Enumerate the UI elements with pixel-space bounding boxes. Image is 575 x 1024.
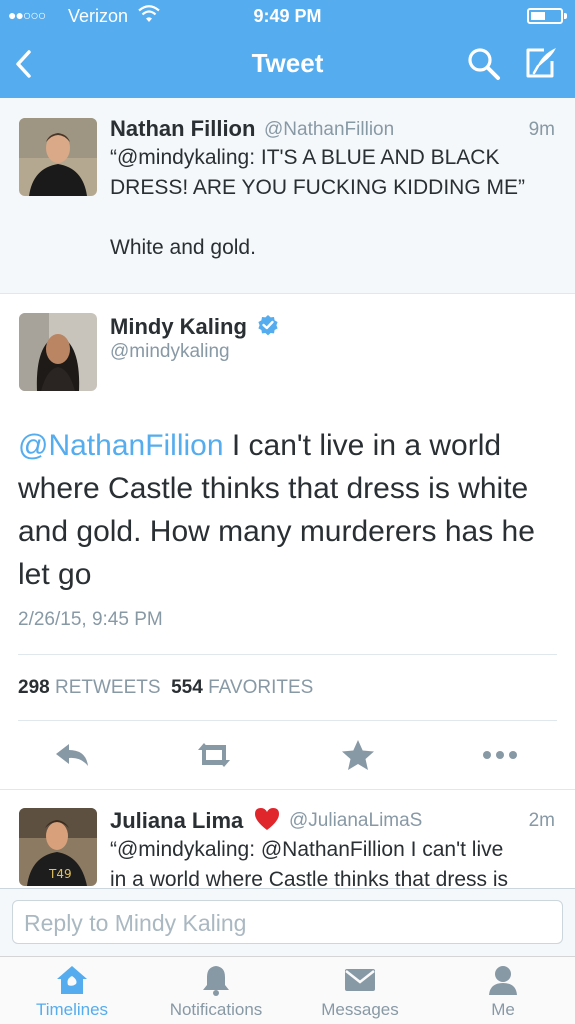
tab-label: Notifications bbox=[169, 1000, 263, 1019]
author-handle[interactable]: @NathanFillion bbox=[264, 119, 394, 141]
search-icon[interactable] bbox=[466, 46, 502, 82]
divider bbox=[0, 789, 575, 790]
bell-icon bbox=[203, 966, 229, 996]
avatar[interactable] bbox=[19, 313, 97, 391]
tweet-text-line: DRESS! ARE YOU FUCKING KIDDING ME” bbox=[110, 176, 526, 199]
avatar[interactable] bbox=[19, 118, 97, 196]
divider bbox=[18, 654, 557, 655]
tweet-stats: 298 RETWEETS 554 FAVORITES bbox=[18, 677, 313, 699]
author-name[interactable]: Juliana Lima bbox=[110, 808, 243, 834]
retweet-icon[interactable] bbox=[194, 738, 234, 772]
home-icon bbox=[57, 966, 87, 994]
more-icon[interactable] bbox=[480, 738, 520, 772]
envelope-icon bbox=[345, 969, 375, 991]
favorite-icon[interactable] bbox=[338, 738, 378, 772]
verified-badge-icon bbox=[258, 315, 278, 336]
author-name[interactable]: Mindy Kaling bbox=[110, 314, 247, 340]
navigation-header: ●●○○○ Verizon 9:49 PM Tweet bbox=[0, 0, 575, 98]
tweet-text-line: “@mindykaling: @NathanFillion I can't li… bbox=[110, 838, 504, 861]
reply-icon[interactable] bbox=[53, 738, 93, 772]
heart-icon bbox=[255, 808, 279, 830]
tab-label: Messages bbox=[321, 1000, 399, 1019]
avatar[interactable]: T49 bbox=[19, 808, 97, 886]
clock: 9:49 PM bbox=[253, 6, 322, 26]
tweet-text-line: White and gold. bbox=[110, 236, 256, 259]
retweets-count[interactable]: 298 bbox=[18, 677, 50, 698]
tab-label: Timelines bbox=[35, 1000, 109, 1019]
reply-input[interactable]: Reply to Mindy Kaling bbox=[12, 900, 563, 944]
favorites-label[interactable]: FAVORITES bbox=[208, 677, 313, 698]
tweet-text: @NathanFillion I can't live in a world w… bbox=[18, 424, 563, 596]
status-bar: ●●○○○ Verizon 9:49 PM bbox=[0, 0, 575, 32]
svg-text:T49: T49 bbox=[48, 867, 72, 881]
tweet-age: 2m bbox=[528, 810, 555, 831]
tab-messages[interactable]: Messages bbox=[288, 957, 432, 1024]
tab-me[interactable]: Me bbox=[431, 957, 575, 1024]
retweets-label[interactable]: RETWEETS bbox=[55, 677, 161, 698]
favorites-count[interactable]: 554 bbox=[171, 677, 203, 698]
author-name[interactable]: Nathan Fillion bbox=[110, 116, 255, 142]
tab-label: Me bbox=[491, 1000, 515, 1019]
author-handle[interactable]: @mindykaling bbox=[110, 341, 230, 363]
divider bbox=[18, 720, 557, 721]
tab-timelines[interactable]: Timelines bbox=[0, 957, 144, 1024]
tweet-age: 9m bbox=[528, 119, 555, 140]
tab-notifications[interactable]: Notifications bbox=[144, 957, 288, 1024]
tweet-timestamp: 2/26/15, 9:45 PM bbox=[18, 609, 163, 630]
quoted-tweet[interactable]: Nathan Fillion @NathanFillion 9m “@mindy… bbox=[0, 98, 575, 294]
tweet-text-line: “@mindykaling: IT'S A BLUE AND BLACK bbox=[110, 146, 500, 169]
mention-link[interactable]: @NathanFillion bbox=[18, 429, 224, 462]
author-handle[interactable]: @JulianaLimaS bbox=[289, 810, 422, 832]
tab-bar: Timelines Notifications Messages Me bbox=[0, 956, 575, 1024]
person-icon bbox=[489, 966, 517, 995]
battery-icon bbox=[527, 8, 567, 24]
compose-icon[interactable] bbox=[522, 44, 560, 82]
